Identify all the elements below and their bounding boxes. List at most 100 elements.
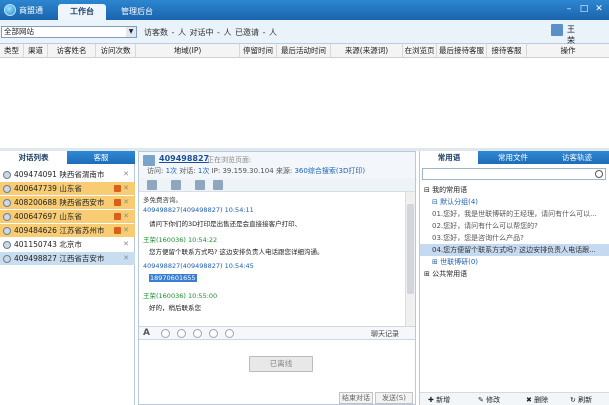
- visitor-label: 400647697 山东省: [14, 212, 82, 221]
- folder-icon[interactable]: [147, 180, 157, 190]
- visitor-status-icon: [3, 226, 11, 235]
- user-name: 王荣: [567, 25, 575, 45]
- stat-chats-label: 对话:: [177, 167, 198, 175]
- col-actions[interactable]: 操作: [527, 44, 609, 58]
- maximize-icon[interactable]: □: [578, 3, 590, 15]
- visitor-row[interactable]: 400647739 山东省 ✕: [0, 182, 135, 195]
- phrase-search-input[interactable]: [422, 168, 606, 180]
- close-icon[interactable]: ✕: [123, 252, 129, 265]
- tree-root[interactable]: ⊟ 我的常用语: [424, 185, 467, 195]
- close-icon[interactable]: ✕: [123, 238, 129, 251]
- stat-visits-label: 访问:: [147, 167, 166, 175]
- visitor-list: 409474091 陕西省渭南市 ✕ 400647739 山东省 ✕ 408200688…: [0, 164, 135, 405]
- edit-label: 修改: [486, 396, 501, 404]
- col-browsing[interactable]: 在浏览页: [403, 44, 437, 58]
- phrase-item[interactable]: 02.您好，请问有什么可以帮您的?: [432, 221, 538, 231]
- tree-group2-label: 世联博研(0): [440, 258, 479, 266]
- send-button[interactable]: 发送(S): [375, 392, 413, 404]
- stat-visits: 1次: [165, 167, 178, 175]
- close-icon[interactable]: ✕: [123, 196, 129, 209]
- edit-button[interactable]: ✎ 修改: [478, 395, 500, 405]
- quick-reply-icon[interactable]: [225, 329, 234, 338]
- delete-button[interactable]: ✖ 删除: [526, 395, 548, 405]
- visitor-row[interactable]: 401150743 北京市 ✕: [0, 238, 135, 251]
- visitor-row[interactable]: 409498827 江西省吉安市 ✕: [0, 252, 135, 265]
- col-visitor-name[interactable]: 访客姓名: [48, 44, 96, 58]
- title-bar: 商盟通 工作台 管理后台 – □ ✕: [0, 0, 609, 20]
- chat-scrollbar[interactable]: [405, 192, 415, 326]
- visitor-label: 401150743 北京市: [14, 240, 82, 249]
- tab-files[interactable]: 常用文件: [483, 151, 543, 164]
- visitor-table-header: 类型 渠道 访客姓名 访问次数 地域(IP) 停留时间 最后活动时间 来源(来源…: [0, 44, 609, 58]
- chat-visitor-id[interactable]: 409498827: [159, 154, 209, 163]
- transfer-icon[interactable]: [213, 180, 223, 190]
- phrase-actions: ✚ 新增 ✎ 修改 ✖ 删除 ↻ 刷新: [420, 392, 609, 405]
- tab-phrases[interactable]: 常用语: [420, 151, 478, 164]
- col-last-agent[interactable]: 最后接待客服: [437, 44, 487, 58]
- tab-visitor-track[interactable]: 访客轨迹: [547, 151, 607, 164]
- tab-workbench[interactable]: 工作台: [58, 4, 106, 20]
- badge-icon: [114, 185, 121, 192]
- visitor-label: 400647739 山东省: [14, 184, 82, 193]
- offline-button: 已离线: [249, 356, 313, 372]
- col-agent[interactable]: 接待客服: [487, 44, 527, 58]
- msg-3-text: 18970601655: [149, 274, 197, 282]
- visitor-table-body: [0, 58, 609, 148]
- tree-group[interactable]: ⊟ 默认分组(4): [432, 197, 478, 207]
- visitor-row[interactable]: 408200688 陕西省西安市 ✕: [0, 196, 135, 209]
- image-icon[interactable]: [177, 329, 186, 338]
- minimize-icon[interactable]: –: [563, 3, 575, 15]
- close-icon[interactable]: ✕: [123, 224, 129, 237]
- visitor-row[interactable]: 409474091 陕西省渭南市 ✕: [0, 168, 135, 181]
- chat-log: 多免费咨询。 409498827(409498827) 10:54:11 请问下…: [139, 192, 405, 326]
- add-button[interactable]: ✚ 新增: [428, 395, 450, 405]
- col-type[interactable]: 类型: [0, 44, 24, 58]
- visitor-row[interactable]: 409484626 江苏省苏州市 ✕: [0, 224, 135, 237]
- close-icon[interactable]: ✕: [123, 210, 129, 223]
- visitor-label: 409484626 江苏省苏州市: [14, 226, 105, 235]
- tab-admin[interactable]: 管理后台: [110, 4, 164, 20]
- tree-group-2[interactable]: ⊞ 世联博研(0): [432, 257, 478, 267]
- phrase-item[interactable]: 01.您好，我是世联博研的王经理，请问有什么可以...: [432, 209, 597, 219]
- visitor-label: 409498827 江西省吉安市: [14, 254, 105, 263]
- tree-group-label: 默认分组(4): [440, 198, 479, 206]
- chat-stats: 访问: 1次 对话: 1次 IP: 39.159.30.104 来源: 360综…: [147, 166, 365, 176]
- visitor-status-icon: [3, 170, 11, 179]
- toolbar: 全部网站 ▼ 访客数 - 人 对话中 - 人 已邀请 - 人 王荣: [0, 20, 609, 45]
- visitor-stats: 访客数 - 人 对话中 - 人 已邀请 - 人: [144, 28, 278, 37]
- scrollbar-thumb[interactable]: [407, 204, 414, 294]
- col-stay-time[interactable]: 停留时间: [240, 44, 277, 58]
- col-region[interactable]: 地域(IP): [136, 44, 240, 58]
- badge-icon: [114, 199, 121, 206]
- site-select[interactable]: 全部网站 ▼: [1, 26, 137, 38]
- screen-icon[interactable]: [171, 180, 181, 190]
- font-icon[interactable]: A: [143, 328, 150, 338]
- badge-icon: [114, 227, 121, 234]
- msg-3-who: 409498827(409498827): [143, 262, 223, 270]
- phrase-item[interactable]: 03.您好，您是咨询什么产品?: [432, 233, 524, 243]
- search-icon[interactable]: [595, 170, 603, 178]
- stat-source[interactable]: 360综合搜索(3D打印): [294, 167, 365, 175]
- visitor-label: 409474091 陕西省渭南市: [14, 170, 105, 179]
- emoji-icon[interactable]: [161, 329, 170, 338]
- person-icon[interactable]: [195, 180, 205, 190]
- col-visits[interactable]: 访问次数: [96, 44, 136, 58]
- end-chat-button[interactable]: 结束对话: [339, 392, 373, 404]
- msg-4-time: 10:55:00: [187, 292, 218, 300]
- history-button[interactable]: 聊天记录: [371, 329, 399, 339]
- close-icon[interactable]: ✕: [123, 168, 129, 181]
- visitor-row[interactable]: 400647697 山东省 ✕: [0, 210, 135, 223]
- col-source[interactable]: 来源(来源词): [331, 44, 403, 58]
- tab-chat-list[interactable]: 对话列表: [0, 151, 67, 164]
- close-icon[interactable]: ✕: [123, 182, 129, 195]
- phrase-item-selected[interactable]: 04.您方便留个联系方式吗? 这边安排负责人电话跟...: [420, 244, 609, 256]
- file-icon[interactable]: [193, 329, 202, 338]
- col-last-activity[interactable]: 最后活动时间: [277, 44, 331, 58]
- col-channel[interactable]: 渠道: [24, 44, 48, 58]
- refresh-button[interactable]: ↻ 刷新: [570, 395, 592, 405]
- tab-agents[interactable]: 客服: [67, 151, 135, 164]
- screenshot-icon[interactable]: [209, 329, 218, 338]
- tree-root-label: 我的常用语: [432, 186, 468, 194]
- close-icon[interactable]: ✕: [593, 3, 605, 15]
- tree-public[interactable]: ⊞ 公共常用语: [424, 269, 467, 279]
